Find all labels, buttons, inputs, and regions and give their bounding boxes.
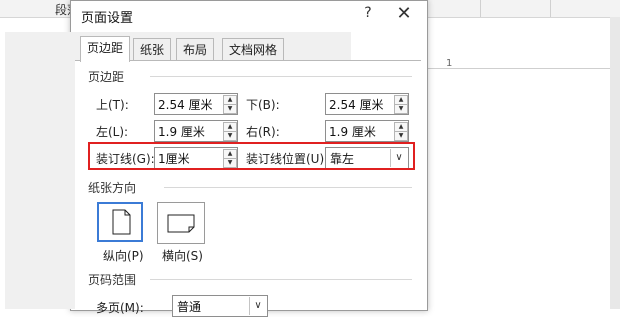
top-margin-label: 上(T): xyxy=(96,98,129,112)
gutter-highlight-box xyxy=(88,142,415,170)
dialog-title: 页面设置 xyxy=(81,11,134,26)
left-margin-spinner[interactable]: 1.9 厘米 ▲ ▼ xyxy=(154,120,238,142)
left-margin-value[interactable]: 1.9 厘米 xyxy=(158,123,205,140)
dialog-titlebar[interactable]: 页面设置 ? ✕ xyxy=(71,1,427,31)
multiple-pages-value[interactable]: 普通 xyxy=(177,298,201,315)
multiple-pages-label: 多页(M): xyxy=(96,301,144,315)
tab-layout[interactable]: 布局 xyxy=(176,38,215,61)
landscape-label[interactable]: 横向(S) xyxy=(162,247,203,264)
tab-doc-grid[interactable]: 文档网格 xyxy=(222,38,285,61)
group-divider xyxy=(150,76,412,77)
portrait-page-icon xyxy=(112,209,131,235)
landscape-page-icon xyxy=(167,214,195,233)
tab-paper[interactable]: 纸张 xyxy=(133,38,172,61)
multiple-pages-select[interactable]: 普通 ∨ xyxy=(172,295,268,317)
group-divider xyxy=(164,187,412,188)
close-button[interactable]: ✕ xyxy=(393,3,415,25)
margins-group-title: 页边距 xyxy=(88,68,129,85)
help-button[interactable]: ? xyxy=(357,5,379,25)
pages-group-title: 页码范围 xyxy=(88,271,141,288)
orientation-group-title: 纸张方向 xyxy=(88,179,141,196)
right-margin-value[interactable]: 1.9 厘米 xyxy=(329,123,376,140)
group-divider xyxy=(150,279,412,280)
right-margin-label: 右(R): xyxy=(246,125,280,139)
portrait-label[interactable]: 纵向(P) xyxy=(103,247,144,264)
ruler-line xyxy=(425,68,620,69)
left-margin-label: 左(L): xyxy=(96,125,129,139)
spin-down-icon[interactable]: ▼ xyxy=(223,131,237,141)
landscape-button[interactable] xyxy=(157,202,205,244)
tab-margins[interactable]: 页边距 xyxy=(80,36,131,62)
ribbon-separator xyxy=(550,0,551,17)
spin-down-icon[interactable]: ▼ xyxy=(223,104,237,114)
top-margin-spinner[interactable]: 2.54 厘米 ▲ ▼ xyxy=(154,93,238,115)
chevron-down-icon[interactable]: ∨ xyxy=(249,297,266,315)
ruler-number: 1 xyxy=(446,58,453,69)
top-margin-value[interactable]: 2.54 厘米 xyxy=(158,96,213,113)
bottom-margin-value[interactable]: 2.54 厘米 xyxy=(329,96,384,113)
scrollbar-track[interactable] xyxy=(610,17,620,309)
right-margin-spinner[interactable]: 1.9 厘米 ▲ ▼ xyxy=(325,120,409,142)
bottom-margin-spinner[interactable]: 2.54 厘米 ▲ ▼ xyxy=(325,93,409,115)
portrait-button[interactable] xyxy=(97,202,143,242)
ribbon-separator xyxy=(480,0,481,17)
spin-down-icon[interactable]: ▼ xyxy=(394,131,408,141)
spin-down-icon[interactable]: ▼ xyxy=(394,104,408,114)
bottom-margin-label: 下(B): xyxy=(246,98,280,112)
